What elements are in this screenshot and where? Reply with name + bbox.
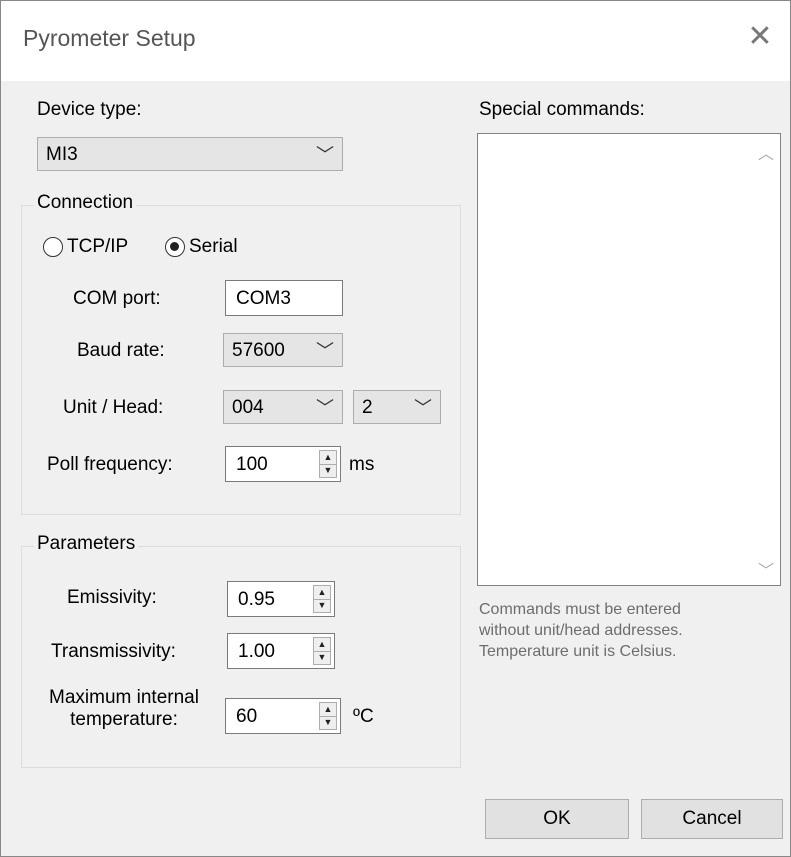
emissivity-value: 0.95 [238,589,275,610]
com-port-input[interactable]: COM3 [225,280,343,316]
scroll-down-icon[interactable]: ﹀ [758,557,774,581]
max-temp-label: Maximum internal temperature: [39,687,209,731]
device-type-select[interactable]: MI3 ﹀ [37,137,343,171]
hint-line-1: Commands must be entered [479,601,681,618]
max-temp-label-line2: temperature: [70,709,178,730]
max-temp-input[interactable]: 60 ▲ ▼ [225,698,341,734]
spin-down-arrow-icon[interactable]: ▼ [320,464,336,477]
poll-frequency-input[interactable]: 100 ▲ ▼ [225,446,341,482]
window-title: Pyrometer Setup [23,25,196,51]
baud-rate-select[interactable]: 57600 ﹀ [223,333,343,367]
emissivity-label: Emissivity: [67,587,157,608]
chevron-down-icon: ﹀ [414,398,432,418]
spin-up-arrow-icon[interactable]: ▲ [314,638,330,652]
radio-tcp-ip[interactable] [43,237,63,257]
chevron-down-icon: ﹀ [316,341,334,361]
special-commands-hint: Commands must be entered without unit/he… [479,599,683,662]
special-commands-label: Special commands: [479,99,645,120]
head-select[interactable]: 2 ﹀ [353,390,441,424]
spin-arrows-icon[interactable]: ▲ ▼ [319,450,337,478]
chevron-down-icon: ﹀ [316,145,334,165]
spin-arrows-icon[interactable]: ▲ ▼ [313,637,331,665]
baud-rate-label: Baud rate: [77,340,165,361]
device-type-value: MI3 [46,144,78,165]
parameters-legend: Parameters [34,533,139,555]
hint-line-2: without unit/head addresses. [479,622,683,639]
poll-frequency-value: 100 [236,454,268,475]
transmissivity-input[interactable]: 1.00 ▲ ▼ [227,633,335,669]
device-type-label: Device type: [37,99,142,120]
emissivity-input[interactable]: 0.95 ▲ ▼ [227,581,335,617]
head-value: 2 [362,397,373,418]
transmissivity-value: 1.00 [238,641,275,662]
transmissivity-label: Transmissivity: [51,641,176,662]
spin-down-arrow-icon[interactable]: ▼ [320,716,336,729]
spin-down-arrow-icon[interactable]: ▼ [314,651,330,664]
com-port-label: COM port: [73,288,161,309]
radio-serial[interactable] [165,237,185,257]
spin-up-arrow-icon[interactable]: ▲ [320,451,336,465]
title-bar: Pyrometer Setup ✕ [1,1,790,81]
hint-line-3: Temperature unit is Celsius. [479,643,677,660]
spin-arrows-icon[interactable]: ▲ ▼ [319,702,337,730]
connection-legend: Connection [34,192,137,214]
baud-rate-value: 57600 [232,340,285,361]
scroll-up-icon[interactable]: ︿ [758,140,774,164]
cancel-button[interactable]: Cancel [641,799,783,839]
pyrometer-setup-dialog: Pyrometer Setup ✕ Device type: MI3 ﹀ Con… [0,0,791,857]
poll-frequency-unit: ms [349,454,375,475]
ok-button[interactable]: OK [485,799,629,839]
spin-up-arrow-icon[interactable]: ▲ [314,586,330,600]
max-temp-value: 60 [236,706,258,727]
unit-value: 004 [232,397,264,418]
radio-serial-label[interactable]: Serial [189,236,238,258]
special-commands-textarea[interactable]: ︿ ﹀ [477,133,781,586]
max-temp-label-line1: Maximum internal [49,687,199,708]
unit-select[interactable]: 004 ﹀ [223,390,343,424]
spin-down-arrow-icon[interactable]: ▼ [314,599,330,612]
spin-arrows-icon[interactable]: ▲ ▼ [313,585,331,613]
close-icon[interactable]: ✕ [740,17,780,57]
max-temp-unit: ºC [353,706,374,727]
poll-frequency-label: Poll frequency: [47,454,173,475]
radio-tcp-ip-label[interactable]: TCP/IP [67,236,128,258]
com-port-value: COM3 [236,288,291,309]
spin-up-arrow-icon[interactable]: ▲ [320,703,336,717]
unit-head-label: Unit / Head: [63,397,164,418]
radio-selected-dot [170,242,179,251]
chevron-down-icon: ﹀ [316,398,334,418]
